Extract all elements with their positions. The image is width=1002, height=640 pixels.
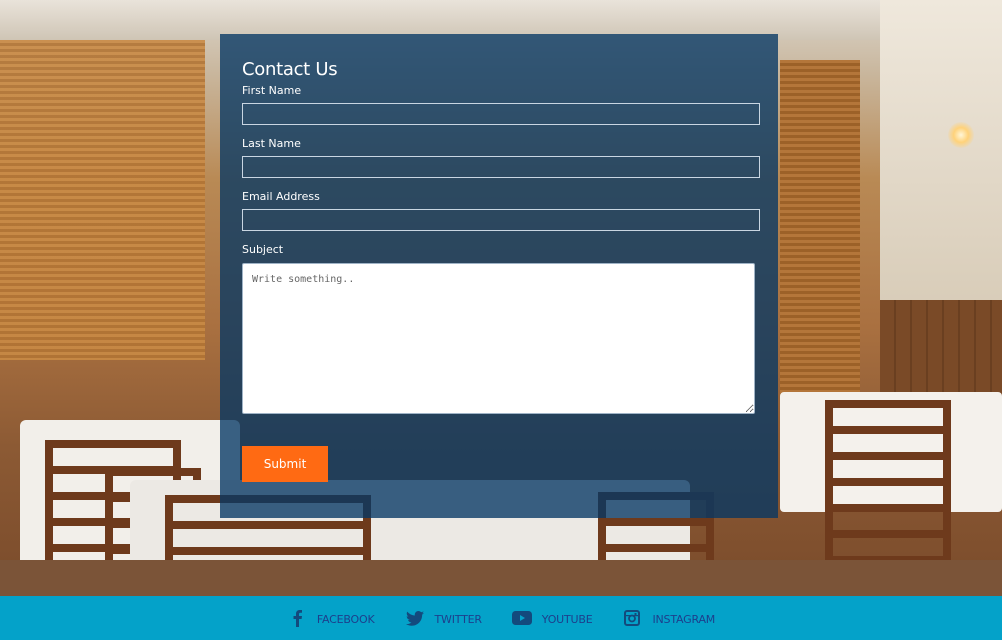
last-name-label: Last Name <box>242 137 301 150</box>
youtube-icon <box>511 608 532 628</box>
instagram-link[interactable]: INSTAGRAM <box>622 608 715 628</box>
youtube-link[interactable]: YOUTUBE <box>511 608 593 628</box>
facebook-label: FACEBOOK <box>316 612 375 626</box>
contact-form: Contact Us First Name Last Name Email Ad… <box>220 34 778 518</box>
first-name-input[interactable] <box>242 103 760 125</box>
footer-social-bar: FACEBOOK TWITTER YOUTUBE INSTAGRAM <box>0 596 1002 640</box>
twitter-icon <box>405 608 425 628</box>
instagram-icon <box>622 608 642 628</box>
page: Contact Us First Name Last Name Email Ad… <box>0 0 1002 640</box>
last-name-input[interactable] <box>242 156 760 178</box>
twitter-label: TWITTER <box>434 612 482 626</box>
instagram-label: INSTAGRAM <box>652 612 716 626</box>
youtube-label: YOUTUBE <box>541 612 593 626</box>
subject-label: Subject <box>242 243 284 256</box>
email-address-input[interactable] <box>242 209 760 231</box>
subject-textarea[interactable] <box>242 263 755 414</box>
facebook-link[interactable]: FACEBOOK <box>287 608 375 628</box>
submit-button[interactable]: Submit <box>242 446 328 482</box>
form-title: Contact Us <box>242 59 338 80</box>
first-name-label: First Name <box>242 84 302 97</box>
facebook-icon <box>287 608 307 628</box>
email-address-label: Email Address <box>242 190 320 203</box>
twitter-link[interactable]: TWITTER <box>405 608 482 628</box>
